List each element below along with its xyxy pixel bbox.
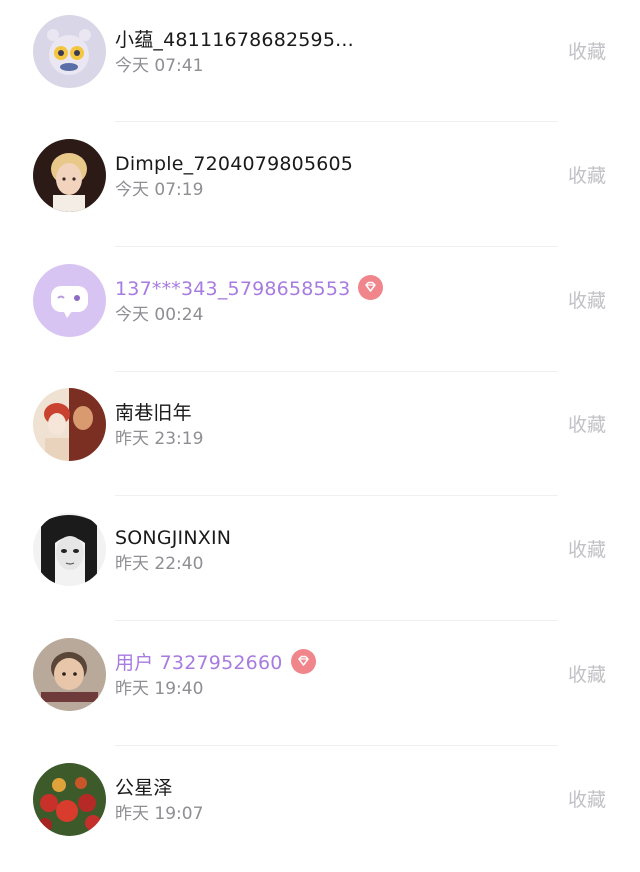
list-item[interactable]: 137***343_5798658553 今天 00:24 收藏 xyxy=(0,249,640,373)
list-item[interactable]: 公星泽 昨天 19:07 收藏 xyxy=(0,748,640,872)
avatar-default-chat-bubble[interactable] xyxy=(33,264,106,337)
list-item[interactable]: Dimple_7204079805605 今天 07:19 收藏 xyxy=(0,124,640,248)
list-item[interactable]: 小蕴_48111678682595... 今天 07:41 收藏 xyxy=(0,0,640,124)
contact-name: Dimple_7204079805605 xyxy=(115,153,354,175)
contact-time: 昨天 19:40 xyxy=(115,679,204,699)
avatar-cartoon-bear[interactable] xyxy=(33,15,106,88)
vip-diamond-icon xyxy=(358,275,384,300)
collect-button[interactable]: 收藏 xyxy=(568,40,606,64)
contact-time: 今天 07:19 xyxy=(115,180,204,200)
list-item[interactable]: 用户 7327952660 昨天 19:40 收藏 xyxy=(0,623,640,747)
collect-button[interactable]: 收藏 xyxy=(568,538,606,562)
divider xyxy=(115,745,558,746)
avatar-baby-photo[interactable] xyxy=(33,638,106,711)
collect-button[interactable]: 收藏 xyxy=(568,413,606,437)
avatar-portrait-blonde[interactable] xyxy=(33,139,106,212)
contact-name-text: 137***343_5798658553 xyxy=(115,278,351,300)
contact-name: 公星泽 xyxy=(115,777,173,799)
list-item[interactable]: SONGJINXIN 昨天 22:40 收藏 xyxy=(0,498,640,622)
contact-name: 南巷旧年 xyxy=(115,402,192,424)
contact-name: 用户 7327952660 xyxy=(115,649,316,676)
contact-time: 今天 00:24 xyxy=(115,305,204,325)
contact-time: 昨天 23:19 xyxy=(115,429,204,449)
avatar-manga-girl[interactable] xyxy=(33,513,106,586)
contact-time: 昨天 22:40 xyxy=(115,554,204,574)
contact-time: 昨天 19:07 xyxy=(115,804,204,824)
contact-name: 小蕴_48111678682595... xyxy=(115,29,354,51)
vip-diamond-icon xyxy=(290,649,316,674)
divider xyxy=(115,246,558,247)
collect-button[interactable]: 收藏 xyxy=(568,663,606,687)
divider xyxy=(115,371,558,372)
contact-name: 137***343_5798658553 xyxy=(115,275,384,302)
contact-name-text: 用户 7327952660 xyxy=(115,652,283,674)
contact-name: SONGJINXIN xyxy=(115,527,232,549)
collect-button[interactable]: 收藏 xyxy=(568,289,606,313)
collect-button[interactable]: 收藏 xyxy=(568,788,606,812)
divider xyxy=(115,495,558,496)
divider xyxy=(115,121,558,122)
list-item[interactable]: 南巷旧年 昨天 23:19 收藏 xyxy=(0,373,640,497)
collect-button[interactable]: 收藏 xyxy=(568,164,606,188)
avatar-red-flowers[interactable] xyxy=(33,763,106,836)
contact-time: 今天 07:41 xyxy=(115,56,204,76)
avatar-anime-couple[interactable] xyxy=(33,388,106,461)
divider xyxy=(115,620,558,621)
